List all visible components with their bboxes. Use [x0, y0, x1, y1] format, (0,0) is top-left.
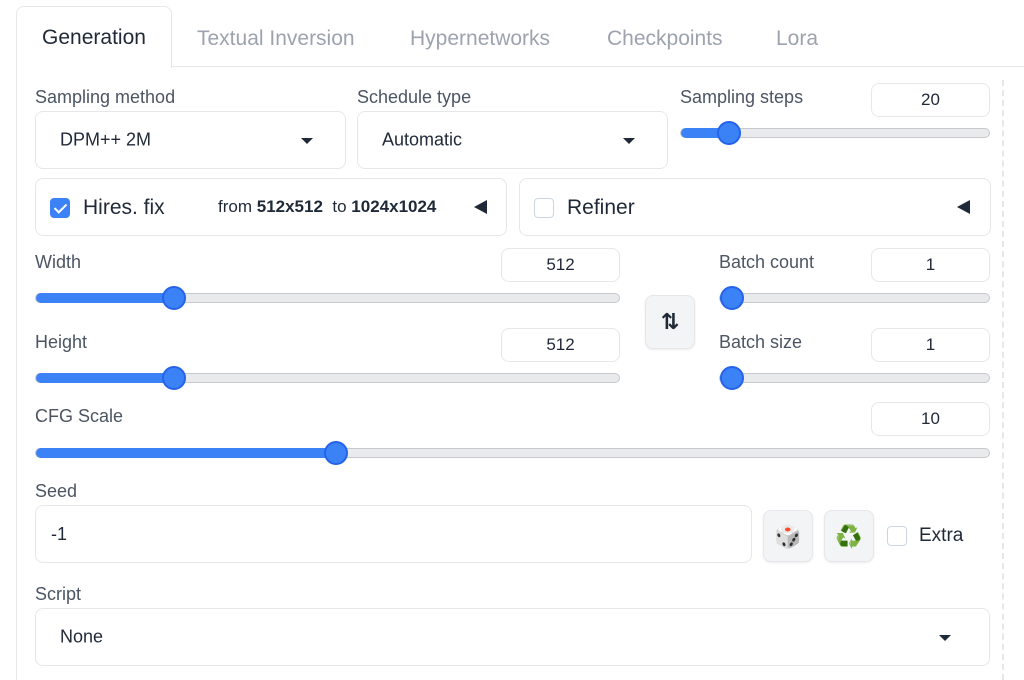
collapse-arrow-icon[interactable]: [474, 200, 487, 214]
sampling-steps-slider[interactable]: [680, 121, 990, 145]
hires-from-value: 512x512: [256, 197, 323, 216]
extra-label: Extra: [919, 525, 964, 546]
recycle-icon: ♻️: [835, 524, 863, 549]
cfg-scale-slider[interactable]: [35, 441, 990, 465]
sampling-method-label: Sampling method: [35, 87, 176, 107]
script-value: None: [60, 626, 104, 647]
dice-icon: 🎲: [774, 524, 802, 549]
schedule-type-label: Schedule type: [357, 87, 472, 107]
tab-lora[interactable]: Lora: [776, 18, 818, 60]
slider-thumb[interactable]: [720, 286, 744, 310]
reuse-seed-button[interactable]: ♻️: [824, 510, 874, 562]
panel-divider: [1002, 80, 1004, 680]
slider-thumb[interactable]: [720, 366, 744, 390]
tab-generation[interactable]: Generation: [16, 6, 172, 68]
batch-count-slider[interactable]: [719, 286, 990, 310]
sampling-method-value: DPM++ 2M: [60, 129, 152, 150]
batch-size-input[interactable]: 1: [871, 328, 990, 362]
width-input[interactable]: 512: [501, 248, 620, 282]
seed-input[interactable]: -1: [35, 505, 752, 563]
hires-to-prefix: to: [332, 197, 347, 216]
sampling-steps-label: Sampling steps: [680, 87, 804, 107]
hires-fix-label: Hires. fix: [83, 196, 165, 219]
tab-textual-inversion[interactable]: Textual Inversion: [197, 18, 355, 60]
batch-count-input[interactable]: 1: [871, 248, 990, 282]
height-slider[interactable]: [35, 366, 620, 390]
hires-fix-checkbox[interactable]: [50, 198, 70, 218]
refiner-label: Refiner: [567, 196, 635, 219]
hires-fix-summary: from 512x512 to 1024x1024: [218, 197, 436, 217]
refiner-checkbox[interactable]: [534, 198, 554, 218]
height-input[interactable]: 512: [501, 328, 620, 362]
width-slider[interactable]: [35, 286, 620, 310]
script-label: Script: [35, 584, 82, 604]
hires-to-value: 1024x1024: [351, 197, 437, 216]
chevron-down-icon: [939, 635, 951, 641]
width-label: Width: [35, 252, 82, 272]
chevron-down-icon: [301, 138, 313, 144]
cfg-scale-input[interactable]: 10: [871, 402, 990, 436]
height-label: Height: [35, 332, 88, 352]
tab-checkpoints[interactable]: Checkpoints: [607, 18, 723, 60]
slider-fill: [36, 373, 175, 383]
seed-label: Seed: [35, 481, 78, 501]
swap-icon: ⇅: [660, 309, 680, 334]
random-seed-button[interactable]: 🎲: [763, 510, 813, 562]
batch-size-slider[interactable]: [719, 366, 990, 390]
extra-checkbox[interactable]: [887, 526, 907, 546]
chevron-down-icon: [623, 138, 635, 144]
swap-dimensions-button[interactable]: ⇅: [645, 295, 695, 349]
script-dropdown[interactable]: None: [35, 608, 990, 666]
slider-fill: [36, 448, 337, 458]
schedule-type-value: Automatic: [382, 129, 463, 150]
slider-fill: [36, 293, 175, 303]
schedule-type-dropdown[interactable]: Automatic: [357, 111, 668, 169]
sampling-method-dropdown[interactable]: DPM++ 2M: [35, 111, 346, 169]
refiner-accordion[interactable]: Refiner: [519, 178, 991, 236]
hires-from-prefix: from: [218, 197, 252, 216]
batch-size-label: Batch size: [719, 332, 803, 352]
tab-hypernetworks[interactable]: Hypernetworks: [410, 18, 550, 60]
seed-value: -1: [51, 524, 68, 544]
cfg-scale-label: CFG Scale: [35, 406, 124, 426]
batch-count-label: Batch count: [719, 252, 815, 272]
collapse-arrow-icon[interactable]: [957, 200, 970, 214]
sampling-steps-input[interactable]: 20: [871, 83, 990, 117]
hires-fix-accordion[interactable]: Hires. fix from 512x512 to 1024x1024: [35, 178, 507, 236]
